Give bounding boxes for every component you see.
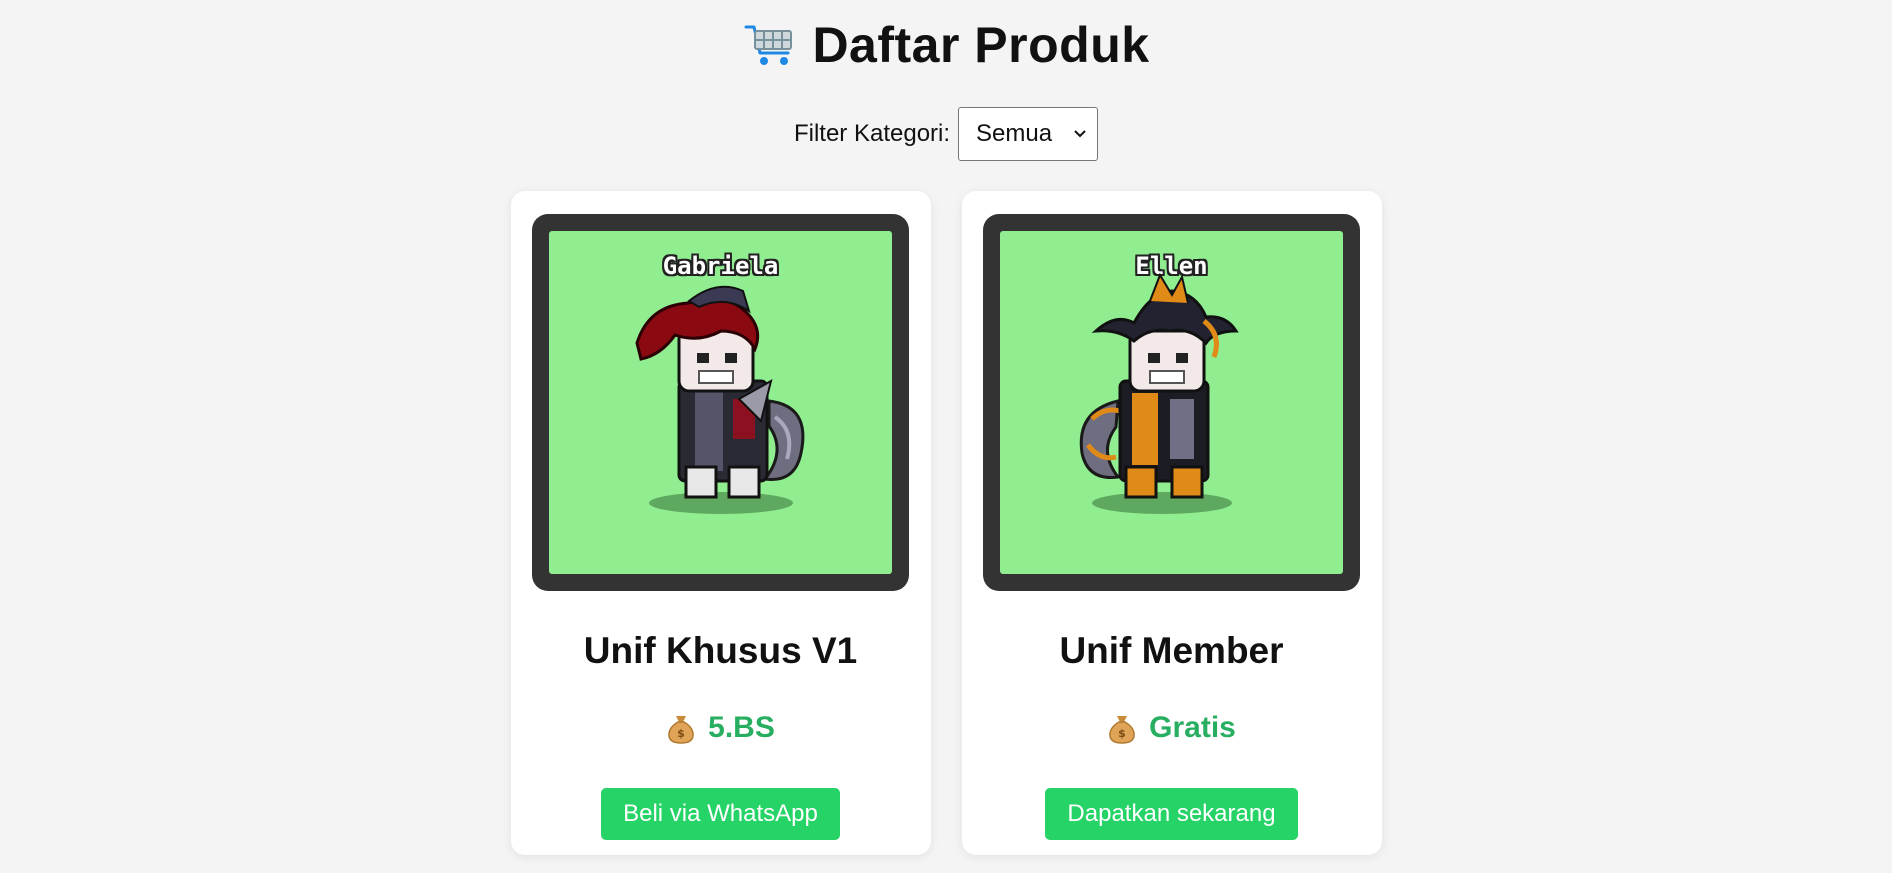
money-bag-icon: $ — [668, 716, 694, 744]
product-price: $ 5.BS — [666, 708, 775, 748]
character-sprite — [1079, 272, 1239, 514]
filter-label: Filter Kategori: — [793, 120, 951, 147]
product-preview: Ellen — [1000, 231, 1343, 574]
category-filter: Filter Kategori: Semua — [0, 106, 1892, 162]
product-preview: Gabriela — [549, 231, 892, 574]
character-sprite — [635, 285, 805, 514]
svg-text:$: $ — [677, 727, 685, 740]
shopping-cart-icon — [744, 25, 793, 65]
money-bag-icon: $ — [1109, 716, 1135, 744]
category-select[interactable]: Semua — [958, 107, 1099, 161]
product-price: $ Gratis — [1107, 708, 1236, 748]
get-now-button[interactable]: Dapatkan sekarang — [1045, 788, 1298, 840]
product-card: Gabriela Unif Khusus V1 $ 5.BS Beli via … — [510, 191, 931, 855]
category-select-value: Semua — [976, 120, 1053, 147]
svg-text:$: $ — [1118, 727, 1126, 740]
price-value: Gratis — [1149, 711, 1236, 744]
chevron-down-icon — [1074, 130, 1086, 138]
page-header: Daftar Produk — [0, 14, 1892, 76]
price-value: 5.BS — [708, 711, 775, 744]
product-preview-frame: Gabriela — [532, 214, 909, 591]
product-name: Unif Khusus V1 — [583, 630, 858, 671]
product-name: Unif Member — [1059, 630, 1284, 671]
product-list: Gabriela Unif Khusus V1 $ 5.BS Beli via … — [0, 191, 1892, 855]
page-title: Daftar Produk — [812, 17, 1150, 73]
product-card: Ellen Unif Member $ Gratis Dapatkan seka… — [961, 191, 1382, 855]
buy-whatsapp-button[interactable]: Beli via WhatsApp — [601, 788, 840, 840]
product-page: Daftar Produk Filter Kategori: Semua Gab… — [0, 0, 1892, 873]
product-preview-frame: Ellen — [983, 214, 1360, 591]
